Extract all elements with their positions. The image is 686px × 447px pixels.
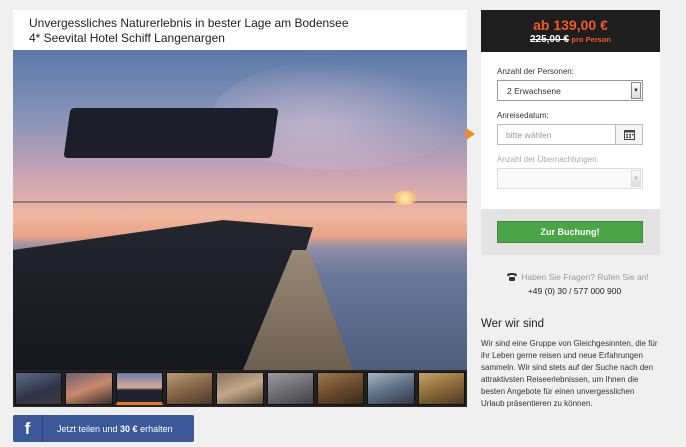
listing-column: Unvergessliches Naturerlebnis in bester … [13,10,467,442]
thumbnail-6[interactable] [266,372,314,405]
thumbnail-1[interactable] [15,372,63,405]
price-per-person: pro Person [571,35,612,44]
thumbnail-3[interactable] [115,372,163,405]
thumbnail-7[interactable] [316,372,365,405]
persons-select[interactable]: 2 Erwachsene ▼ [497,80,643,101]
phone-icon [507,273,518,281]
persons-select-value: 2 Erwachsene [507,85,561,96]
thumbnail-5[interactable] [216,372,264,405]
price-old-row: 225,00 € pro Person [481,34,660,45]
about-heading: Wer wir sind [481,318,545,330]
arrival-date-row: bitte wählen [466,124,644,145]
listing-title-line1: Unvergessliches Naturerlebnis in bester … [29,16,349,30]
contact-question-row: Haben Sie Fragen? Rufen Sie an! [481,272,660,282]
price-old: 225,00 € [529,34,569,45]
thumbnail-8[interactable] [367,372,415,405]
contact-phone[interactable]: +49 (0) 30 / 577 000 900 [481,286,660,296]
price-current: ab 139,00 € [533,17,608,33]
chevron-down-icon: ▼ [631,170,641,187]
nights-select[interactable]: ▼ [497,168,643,189]
about-text: Wir sind eine Gruppe von Gleichgesinnten… [481,339,658,408]
listing-title-line2: 4* Seevital Hotel Schiff Langenargen [29,31,225,45]
hero-image[interactable] [13,50,467,370]
calendar-button[interactable] [616,124,643,145]
persons-label: Anzahl der Personen: [497,67,574,76]
nights-label: Anzahl der Übernachtungen: [497,155,599,164]
about-section: Wer wir sind Wir sind eine Gruppe von Gl… [481,318,660,410]
facebook-share-button[interactable]: f Jetzt teilen und 30 € erhalten [13,415,194,442]
arrival-date-input[interactable]: bitte wählen [497,124,616,145]
facebook-share-label: Jetzt teilen und 30 € erhalten [57,423,173,434]
contact-question: Haben Sie Fragen? Rufen Sie an! [521,272,649,282]
booking-action-box: Zur Buchung! [481,209,660,255]
thumbnail-4[interactable] [165,372,214,405]
calendar-icon [623,130,635,140]
arrival-date-label: Anreisedatum: [497,111,549,120]
hero-sun [393,191,417,205]
thumbnail-2[interactable] [65,372,113,405]
thumbnail-9[interactable] [417,372,465,405]
booking-form: Anzahl der Personen: 2 Erwachsene ▼ Anre… [466,52,660,209]
price-box: ab 139,00 € 225,00 € pro Person [481,10,660,52]
step-indicator-arrow-icon [466,128,475,140]
chevron-down-icon: ▼ [631,82,641,99]
book-now-button[interactable]: Zur Buchung! [497,221,643,243]
thumbnail-strip [13,370,467,407]
facebook-icon: f [13,415,43,442]
booking-sidebar: ab 139,00 € 225,00 € pro Person Anzahl d… [466,10,660,410]
hero-boat-roof [63,108,279,158]
contact-block: Haben Sie Fragen? Rufen Sie an! +49 (0) … [481,272,660,296]
listing-title: Unvergessliches Naturerlebnis in bester … [13,10,467,50]
